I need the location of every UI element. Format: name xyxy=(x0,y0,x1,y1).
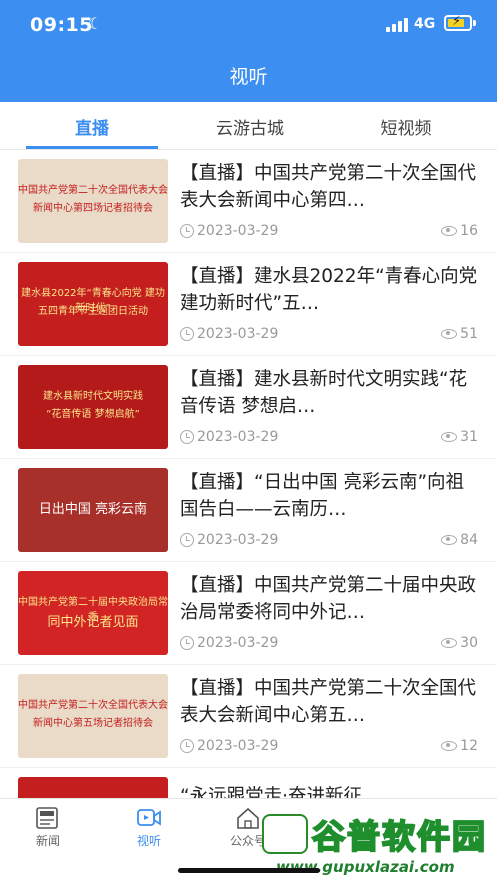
thumbnail-text: 日出中国 亮彩云南 xyxy=(38,502,148,517)
eye-icon xyxy=(441,329,458,339)
clock-icon xyxy=(180,636,194,650)
item-meta: 2023-03-29 51 xyxy=(180,326,480,344)
nav-video-label: 视听 xyxy=(136,834,161,848)
network-type: 4G xyxy=(414,16,436,32)
thumbnail-text: 同中外记者见面 xyxy=(47,615,139,630)
list-item[interactable]: 日出中国 亮彩云南 【直播】“日出中国 亮彩云南”向祖国告白——云南历… 202… xyxy=(0,459,497,562)
thumbnail: 中国共产党第二十次全国代表大会 新闻中心第五场记者招待会 xyxy=(18,674,168,758)
watermark-logo xyxy=(262,814,308,854)
item-meta: 2023-03-29 84 xyxy=(180,532,480,550)
view-count: 16 xyxy=(441,223,478,239)
view-count: 84 xyxy=(441,532,478,548)
tab-live[interactable]: 直播 xyxy=(32,114,152,139)
clock-icon xyxy=(180,327,194,341)
thumbnail: 中国共产党第二十届中央政治局常委 同中外记者见面 xyxy=(18,571,168,655)
nav-video[interactable]: 视听 xyxy=(119,803,179,849)
eye-icon xyxy=(441,535,458,545)
item-title: 【直播】建水县新时代文明实践“花音传语 梦想启… xyxy=(180,369,468,417)
thumbnail-text: 五四青年节主题团日活动 xyxy=(38,306,148,317)
tab-bar: 直播 云游古城 短视频 xyxy=(0,102,497,150)
view-count-value: 30 xyxy=(460,635,478,651)
thumbnail: 中国共产党第二十次全国代表大会 新闻中心第四场记者招待会 xyxy=(18,159,168,243)
eye-icon xyxy=(441,432,458,442)
nav-news[interactable]: 新闻 xyxy=(18,803,78,849)
home-icon xyxy=(237,807,259,829)
battery-icon: ⚡ xyxy=(444,14,472,31)
clock-icon xyxy=(180,533,194,547)
thumbnail-text: 新闻中心第五场记者招待会 xyxy=(33,718,153,729)
view-count-value: 12 xyxy=(460,738,478,754)
list-item[interactable]: 中国共产党第二十次全国代表大会 新闻中心第四场记者招待会 【直播】中国共产党第二… xyxy=(0,150,497,253)
list-item[interactable]: 建水县2022年“青春心向党 建功新时代” 五四青年节主题团日活动 【直播】建水… xyxy=(0,253,497,356)
item-date: 2023-03-29 xyxy=(197,326,279,342)
item-title: 【直播】中国共产党第二十次全国代表大会新闻中心第四… xyxy=(180,163,477,211)
view-count: 51 xyxy=(441,326,478,342)
clock-icon xyxy=(180,430,194,444)
header-bar: 09:15 ☾ 4G ⚡ 视听 xyxy=(0,0,497,102)
clock-icon xyxy=(180,739,194,753)
video-icon xyxy=(137,809,161,826)
do-not-disturb-icon: ☾ xyxy=(88,14,103,33)
thumbnail: 日出中国 亮彩云南 xyxy=(18,468,168,552)
nav-official-account-label: 公众号 xyxy=(229,834,266,848)
thumbnail-text: “花音传语 梦想启航” xyxy=(46,409,140,420)
view-count: 30 xyxy=(441,635,478,651)
thumbnail xyxy=(18,777,168,798)
thumbnail-text: 建水县新时代文明实践 xyxy=(43,391,143,402)
newspaper-icon xyxy=(36,807,58,829)
item-title: 【直播】“日出中国 亮彩云南”向祖国告白——云南历… xyxy=(180,472,465,520)
tab-short-video[interactable]: 短视频 xyxy=(346,114,466,139)
list-item[interactable]: 中国共产党第二十次全国代表大会 新闻中心第五场记者招待会 【直播】中国共产党第二… xyxy=(0,665,497,768)
thumbnail-text: 新闻中心第四场记者招待会 xyxy=(33,203,153,214)
thumbnail: 建水县新时代文明实践 “花音传语 梦想启航” xyxy=(18,365,168,449)
item-meta: 2023-03-29 12 xyxy=(180,738,480,756)
thumbnail-text: 中国共产党第二十次全国代表大会 xyxy=(18,185,168,196)
status-time: 09:15 xyxy=(30,14,93,36)
video-list: 中国共产党第二十次全国代表大会 新闻中心第四场记者招待会 【直播】中国共产党第二… xyxy=(0,150,497,798)
view-count: 12 xyxy=(441,738,478,754)
battery-cap xyxy=(473,20,476,26)
item-title: 【直播】中国共产党第二十届中央政治局常委将同中外记… xyxy=(180,575,477,623)
eye-icon xyxy=(441,226,458,236)
eye-icon xyxy=(441,638,458,648)
nav-news-label: 新闻 xyxy=(35,834,60,848)
item-date: 2023-03-29 xyxy=(197,738,279,754)
view-count-value: 16 xyxy=(460,223,478,239)
view-count-value: 31 xyxy=(460,429,478,445)
page-title: 视听 xyxy=(229,66,268,88)
tab-cloud-tour[interactable]: 云游古城 xyxy=(190,114,310,139)
thumbnail: 建水县2022年“青春心向党 建功新时代” 五四青年节主题团日活动 xyxy=(18,262,168,346)
tab-indicator xyxy=(26,146,158,149)
item-title: 【直播】建水县2022年“青春心向党 建功新时代”五… xyxy=(180,266,478,314)
clock-icon xyxy=(180,224,194,238)
item-meta: 2023-03-29 31 xyxy=(180,429,480,447)
view-count: 31 xyxy=(441,429,478,445)
app-root: 09:15 ☾ 4G ⚡ 视听 直播 云游古城 短视频 中国共产党第二十次全国代… xyxy=(0,0,497,883)
view-count-value: 84 xyxy=(460,532,478,548)
watermark-url: www.gupuxlazai.com xyxy=(276,858,455,876)
item-meta: 2023-03-29 16 xyxy=(180,223,480,241)
item-title: 【直播】中国共产党第二十次全国代表大会新闻中心第五… xyxy=(180,678,477,726)
item-date: 2023-03-29 xyxy=(197,532,279,548)
item-meta: 2023-03-29 30 xyxy=(180,635,480,653)
view-count-value: 51 xyxy=(460,326,478,342)
signal-icon xyxy=(386,18,408,32)
item-date: 2023-03-29 xyxy=(197,429,279,445)
item-date: 2023-03-29 xyxy=(197,635,279,651)
item-date: 2023-03-29 xyxy=(197,223,279,239)
status-bar: 09:15 ☾ 4G ⚡ xyxy=(0,0,497,50)
list-item[interactable]: 中国共产党第二十届中央政治局常委 同中外记者见面 【直播】中国共产党第二十届中央… xyxy=(0,562,497,665)
watermark-text: 谷普软件园 xyxy=(311,816,487,857)
list-item[interactable]: 建水县新时代文明实践 “花音传语 梦想启航” 【直播】建水县新时代文明实践“花音… xyxy=(0,356,497,459)
thumbnail-text: 中国共产党第二十次全国代表大会 xyxy=(18,700,168,711)
home-indicator xyxy=(178,868,320,873)
eye-icon xyxy=(441,741,458,751)
